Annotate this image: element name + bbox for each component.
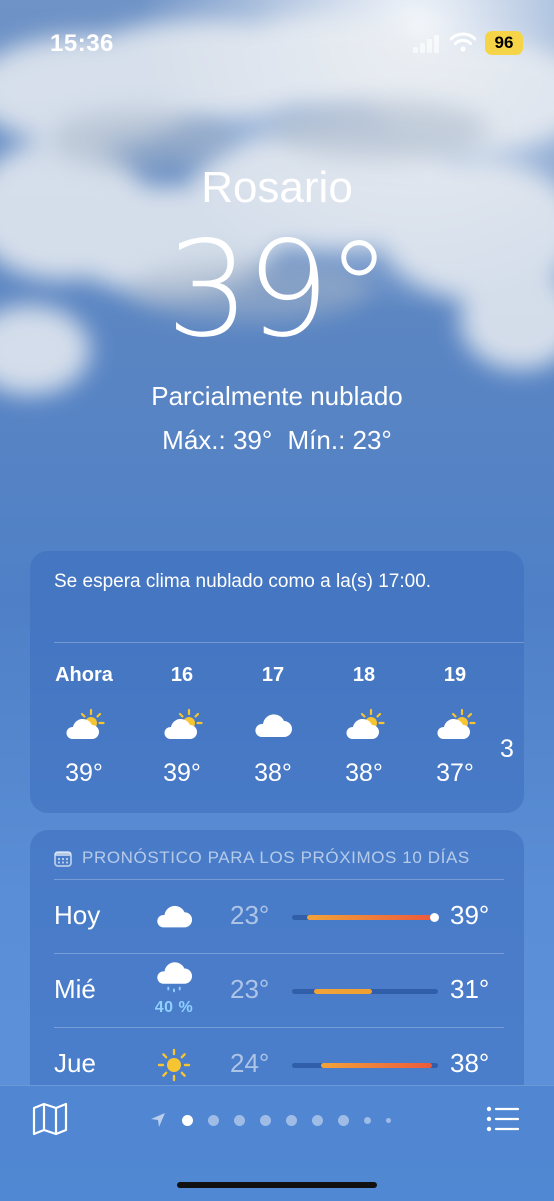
temperature-range-bar — [292, 913, 439, 922]
hour-label: 16 — [170, 664, 194, 686]
hour-temperature: 39° — [65, 759, 103, 787]
locations-list-button[interactable] — [486, 1106, 520, 1137]
page-dot — [363, 1116, 371, 1124]
current-condition: Parcialmente nublado — [151, 381, 403, 411]
divider — [54, 642, 524, 643]
hourly-summary: Se espera clima nublado como a la(s) 17:… — [54, 571, 432, 592]
current-temperature-dot — [429, 913, 439, 922]
temperature-range-fill — [313, 989, 373, 994]
hour-item: 19 37° — [410, 663, 500, 788]
temperature-range-fill — [321, 1063, 433, 1068]
partly-cloudy-icon — [410, 705, 500, 745]
hour-temperature: 3 — [500, 735, 514, 763]
temperature-range-fill — [306, 915, 433, 920]
page-dot — [259, 1114, 271, 1126]
day-low-temp: 23° — [230, 974, 270, 1004]
day-row[interactable]: Mié 40 % 23° 31° — [30, 954, 524, 1028]
hour-label: 18 — [352, 664, 376, 686]
hour-temperature: 37° — [436, 759, 474, 787]
hour-label: Ahora — [55, 664, 113, 686]
hour-label: 17 — [261, 664, 285, 686]
day-high-temp: 31° — [450, 974, 490, 1004]
city-name: Rosario — [201, 163, 353, 212]
high-temperature: Máx.: 39° — [162, 425, 273, 455]
precipitation-chance: 40 % — [154, 999, 194, 1016]
temperature-range-bar — [292, 989, 438, 994]
partly-cloudy-icon — [39, 705, 129, 745]
page-dot — [385, 1117, 391, 1123]
day-high-temp: 38° — [450, 1048, 490, 1078]
hour-label: 19 — [443, 664, 467, 686]
hour-item: 3 — [500, 663, 524, 764]
daily-forecast-header: PRONÓSTICO PARA LOS PRÓXIMOS 10 DÍAS — [54, 848, 470, 868]
cellular-signal-icon — [413, 35, 439, 53]
map-button[interactable] — [32, 1102, 68, 1141]
hour-temperature: 39° — [163, 759, 201, 787]
daily-header-label: PRONÓSTICO PARA LOS PRÓXIMOS 10 DÍAS — [82, 848, 470, 867]
current-temperature: 39° — [166, 213, 392, 367]
day-low-temp: 23° — [230, 900, 270, 930]
day-name: Mié — [54, 974, 96, 1004]
high-low: Máx.: 39° Mín.: 23° — [0, 424, 554, 456]
hour-item: Ahora 39° — [39, 663, 129, 788]
day-low-temp: 24° — [230, 1048, 270, 1078]
status-time: 15:36 — [50, 30, 114, 57]
cloud-icon — [148, 902, 200, 935]
partly-cloudy-icon — [137, 705, 227, 745]
page-dot — [181, 1114, 193, 1126]
temperature-range-bar — [292, 1063, 438, 1068]
hour-item: 18 38° — [319, 663, 409, 788]
page-dot — [233, 1114, 245, 1126]
low-temperature: Mín.: 23° — [287, 425, 392, 455]
bottom-toolbar — [0, 1085, 554, 1201]
hour-temperature: 38° — [254, 759, 292, 787]
hourly-list[interactable]: Ahora 39° 16 39° 17 38° 18 38° 19 37° 3 — [30, 663, 524, 803]
partly-cloudy-icon — [319, 705, 409, 745]
hour-item: 17 38° — [228, 663, 318, 788]
cloud-rain-icon: 40 % — [148, 962, 200, 1017]
calendar-icon — [54, 850, 72, 867]
battery-indicator: 96 — [485, 31, 523, 55]
page-indicator[interactable] — [150, 1112, 398, 1128]
wifi-icon — [450, 32, 476, 52]
day-name: Hoy — [54, 900, 101, 930]
home-indicator[interactable] — [177, 1182, 377, 1188]
sun-icon — [148, 1048, 200, 1087]
day-name: Jue — [54, 1048, 96, 1078]
day-high-temp: 39° — [450, 900, 490, 930]
hour-item: 16 39° — [137, 663, 227, 788]
current-weather: Rosario 39° Parcialmente nublado Máx.: 3… — [0, 160, 554, 456]
cloud-icon — [228, 705, 318, 745]
location-arrow-icon — [151, 1113, 165, 1127]
hour-temperature: 38° — [345, 759, 383, 787]
hourly-forecast-card[interactable]: Se espera clima nublado como a la(s) 17:… — [30, 551, 524, 813]
page-dot — [285, 1114, 297, 1126]
list-icon — [486, 1106, 520, 1132]
page-dot — [311, 1114, 323, 1126]
page-dot — [207, 1114, 219, 1126]
day-row[interactable]: Hoy 23° 39° — [30, 880, 524, 954]
page-dot — [337, 1114, 349, 1126]
map-icon — [32, 1102, 68, 1136]
status-bar: 15:36 96 — [0, 0, 554, 80]
